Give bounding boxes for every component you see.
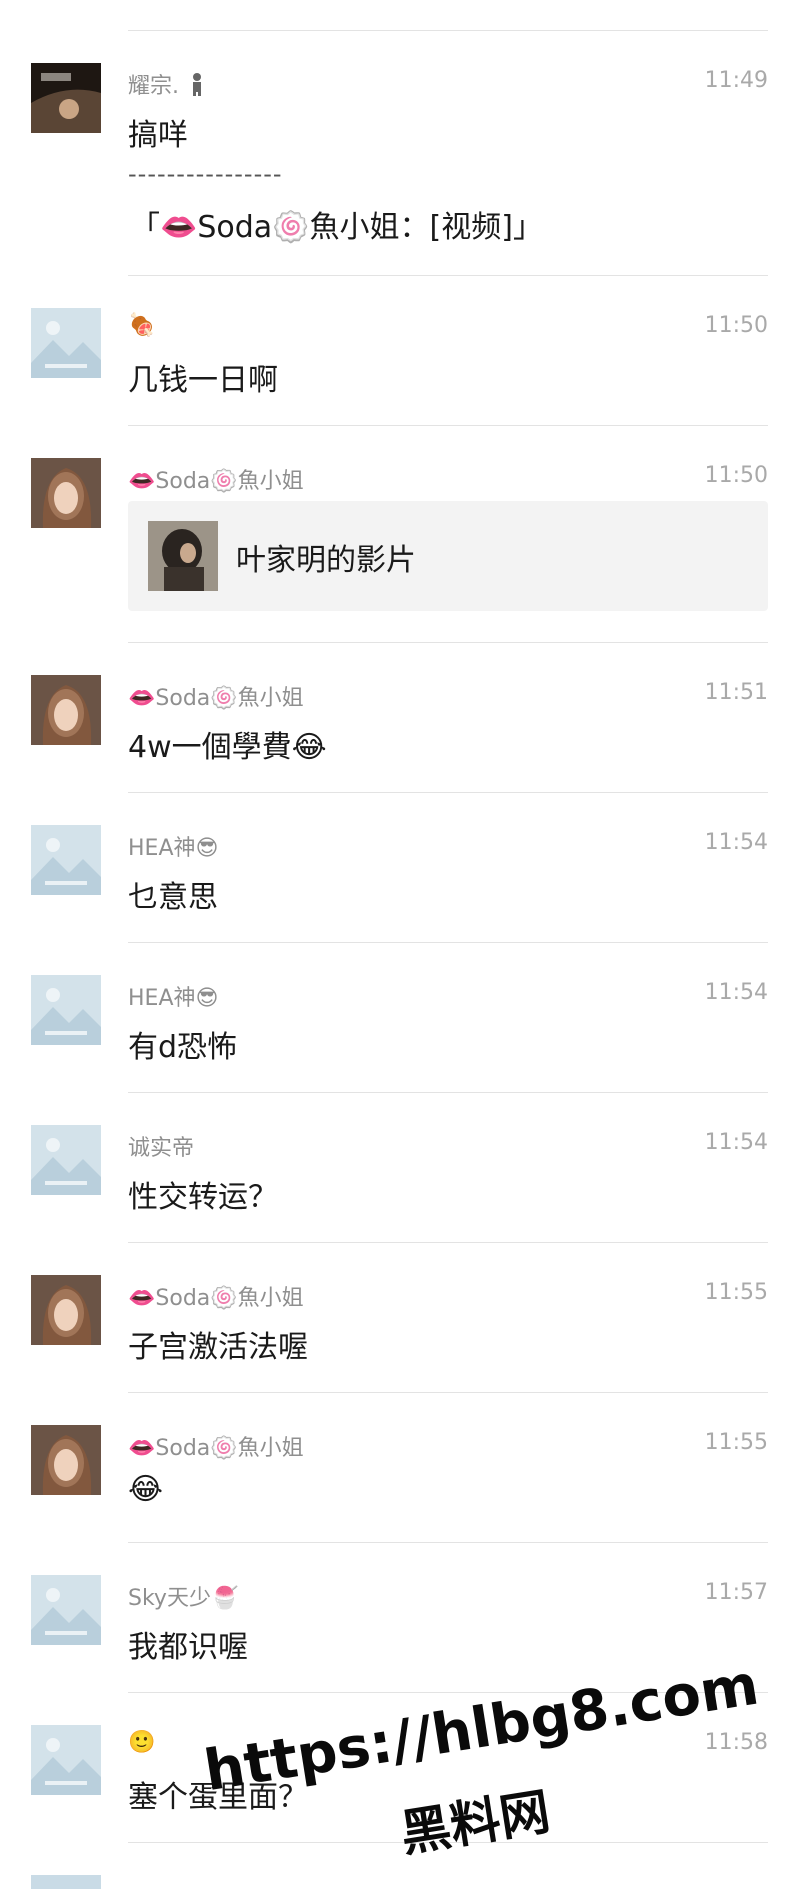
message-time: 11:54 bbox=[704, 830, 768, 855]
avatar[interactable] bbox=[31, 458, 101, 528]
chat-message[interactable]: 耀宗. 11:49 搞咩 ---------------- 「👄Soda🍥魚小姐… bbox=[0, 30, 800, 275]
sender-name: 诚实帝 bbox=[128, 1136, 195, 1161]
chat-message[interactable]: 👄Soda🍥魚小姐 11:50 叶家明的影片 bbox=[0, 425, 800, 642]
message-text: 搞咩 bbox=[128, 118, 188, 153]
sender-name: 👄Soda🍥魚小姐 bbox=[128, 1436, 304, 1461]
shared-video-card[interactable]: 叶家明的影片 bbox=[128, 501, 768, 611]
message-text: 我都识喔 bbox=[128, 1630, 248, 1665]
image-placeholder-icon[interactable] bbox=[31, 1575, 101, 1645]
sender-name: HEA神😎 bbox=[128, 986, 219, 1011]
chat-message-list[interactable]: 耀宗. 11:49 搞咩 ---------------- 「👄Soda🍥魚小姐… bbox=[0, 0, 800, 1889]
message-time: 11:50 bbox=[704, 463, 768, 488]
message-text: 😂 bbox=[128, 1472, 164, 1507]
avatar[interactable] bbox=[31, 1425, 101, 1495]
message-time: 11:57 bbox=[704, 1580, 768, 1605]
message-time: 11:55 bbox=[704, 1430, 768, 1455]
car-interior-photo bbox=[31, 63, 101, 133]
quoted-reply[interactable]: 「👄Soda🍥魚小姐：[视频]」 bbox=[130, 202, 543, 246]
image-placeholder-icon bbox=[31, 1875, 101, 1889]
message-text: 4w一個學費😂 bbox=[128, 730, 327, 765]
message-time: 11:54 bbox=[704, 1130, 768, 1155]
image-placeholder-icon[interactable] bbox=[31, 975, 101, 1045]
chat-message[interactable]: 诚实帝 11:54 性交转运？ bbox=[0, 1092, 800, 1242]
chat-message[interactable]: HEA神😎 11:54 乜意思 bbox=[0, 792, 800, 942]
sender-name: 👄Soda🍥魚小姐 bbox=[128, 686, 304, 711]
image-placeholder-icon[interactable] bbox=[31, 1125, 101, 1195]
sender-name: 🍖 bbox=[128, 313, 156, 338]
message-time: 11:51 bbox=[704, 680, 768, 705]
video-title: 叶家明的影片 bbox=[236, 543, 416, 578]
message-text: 有d恐怖 bbox=[128, 1030, 238, 1065]
sender-name: 👄Soda🍥魚小姐 bbox=[128, 469, 304, 494]
quote-divider: ---------------- bbox=[128, 160, 283, 188]
sender-name: HEA神😎 bbox=[128, 836, 219, 861]
image-placeholder-icon[interactable] bbox=[31, 1725, 101, 1795]
message-text: 性交转运？ bbox=[128, 1180, 278, 1215]
message-time: 11:49 bbox=[704, 68, 768, 93]
person-icon bbox=[190, 72, 204, 102]
image-placeholder-icon[interactable] bbox=[31, 308, 101, 378]
message-time: 11:58 bbox=[704, 1730, 768, 1755]
chat-message[interactable]: 👄Soda🍥魚小姐 11:55 子宫激活法喔 bbox=[0, 1242, 800, 1392]
message-text: 乜意思 bbox=[128, 880, 218, 915]
image-placeholder-icon[interactable] bbox=[31, 825, 101, 895]
sender-name: Sky天少🍧 bbox=[128, 1586, 239, 1611]
chat-message[interactable]: 👄Soda🍥魚小姐 11:51 4w一個學費😂 bbox=[0, 642, 800, 792]
message-time: 11:50 bbox=[704, 313, 768, 338]
sender-name: 👄Soda🍥魚小姐 bbox=[128, 1286, 304, 1311]
avatar[interactable] bbox=[31, 1275, 101, 1345]
message-time: 11:55 bbox=[704, 1280, 768, 1305]
video-thumbnail bbox=[148, 521, 218, 591]
message-time: 11:54 bbox=[704, 980, 768, 1005]
chat-message[interactable]: 👄Soda🍥魚小姐 11:55 😂 bbox=[0, 1392, 800, 1542]
chat-message[interactable]: HEA神😎 11:54 有d恐怖 bbox=[0, 942, 800, 1092]
sender-name: 🙂 bbox=[128, 1730, 156, 1755]
message-text: 几钱一日啊 bbox=[128, 363, 278, 398]
chat-message[interactable]: 🍖 11:50 几钱一日啊 bbox=[0, 275, 800, 425]
avatar[interactable] bbox=[31, 675, 101, 745]
message-text: 子宫激活法喔 bbox=[128, 1330, 308, 1365]
avatar[interactable] bbox=[31, 63, 101, 133]
sender-name: 耀宗. bbox=[128, 68, 204, 102]
